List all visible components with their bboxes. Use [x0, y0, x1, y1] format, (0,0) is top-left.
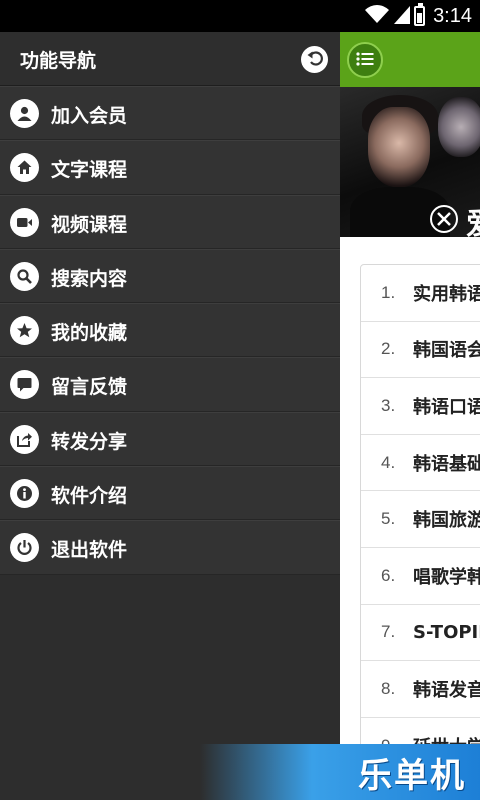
nav-item-label: 软件介绍 — [51, 485, 128, 508]
course-number: 5. — [381, 509, 396, 529]
nav-item-label: 我的收藏 — [51, 322, 128, 345]
course-row[interactable]: 5. 韩国旅游 — [361, 491, 480, 548]
home-icon — [10, 153, 39, 183]
menu-button[interactable] — [347, 42, 383, 78]
course-number: 4. — [381, 452, 396, 472]
signal-icon — [394, 4, 411, 28]
course-number: 6. — [381, 565, 396, 585]
course-number: 3. — [381, 395, 396, 415]
course-row[interactable]: 7. S-TOPIK — [361, 605, 480, 662]
banner-figure — [438, 97, 480, 157]
nav-item[interactable]: 视频课程 — [0, 194, 340, 249]
course-row[interactable]: 8. 韩语发音 — [361, 661, 480, 718]
watermark: 乐单机 — [200, 744, 480, 800]
course-number: 7. — [381, 622, 396, 642]
watermark-text: 乐单机 — [358, 756, 466, 796]
course-title: S-TOPIK — [413, 621, 480, 643]
course-title: 韩国旅游 — [413, 510, 480, 532]
nav-item[interactable]: 我的收藏 — [0, 303, 340, 358]
nav-item[interactable]: 加入会员 — [0, 86, 340, 141]
wifi-icon — [364, 4, 390, 28]
main-content: 爱 1. 实用韩语 2. 韩国语会 3. 韩语口语 4. 韩语基础 5. 韩国旅游 6. 唱歌学韩 7.… — [340, 32, 480, 800]
list-menu-icon — [356, 51, 374, 70]
course-title: 唱歌学韩 — [413, 566, 480, 588]
course-row[interactable]: 3. 韩语口语 — [361, 378, 480, 435]
nav-item[interactable]: 搜索内容 — [0, 248, 340, 304]
status-bar: 3:14 — [0, 0, 480, 32]
nav-item-label: 加入会员 — [51, 105, 128, 127]
status-time: 3:14 — [433, 4, 472, 27]
undo-icon — [306, 49, 324, 71]
nav-item-label: 留言反馈 — [51, 376, 128, 399]
battery-icon — [414, 3, 426, 26]
course-title: 韩语口语 — [413, 396, 480, 418]
nav-item-label: 视频课程 — [51, 213, 128, 236]
nav-item[interactable]: 文字课程 — [0, 140, 340, 195]
nav-item-label: 搜索内容 — [51, 267, 128, 290]
banner-image[interactable]: 爱 — [340, 87, 480, 237]
banner-figure — [368, 107, 430, 187]
course-title: 实用韩语 — [413, 283, 480, 305]
nav-item[interactable]: 软件介绍 — [0, 466, 340, 521]
share-icon — [10, 424, 39, 454]
nav-item-label: 文字课程 — [51, 159, 128, 182]
power-icon — [10, 533, 39, 563]
course-number: 8. — [381, 678, 396, 698]
star-icon — [10, 316, 39, 346]
nav-item[interactable]: 转发分享 — [0, 411, 340, 467]
drawer-title: 功能导航 — [20, 50, 97, 72]
back-button[interactable] — [301, 46, 328, 73]
drawer-header: 功能导航 — [0, 32, 340, 86]
course-title: 韩语发音 — [413, 679, 480, 701]
nav-item-label: 转发分享 — [51, 430, 128, 453]
nav-list: 加入会员文字课程视频课程搜索内容我的收藏留言反馈转发分享软件介绍退出软件 — [0, 86, 340, 575]
course-row[interactable]: 6. 唱歌学韩 — [361, 548, 480, 605]
info-icon — [10, 479, 39, 509]
comment-icon — [10, 370, 39, 400]
exo-logo-icon — [430, 205, 458, 233]
course-row[interactable]: 1. 实用韩语 — [361, 265, 480, 322]
course-row[interactable]: 4. 韩语基础 — [361, 435, 480, 492]
banner-logo-text: 爱 — [466, 199, 480, 237]
main-toolbar — [340, 32, 480, 87]
nav-item[interactable]: 留言反馈 — [0, 357, 340, 412]
video-camera-icon — [10, 207, 39, 237]
course-title: 韩语基础 — [413, 453, 480, 475]
course-row[interactable]: 2. 韩国语会 — [361, 322, 480, 379]
nav-item-label: 退出软件 — [51, 539, 128, 562]
navigation-drawer: 功能导航 加入会员文字课程视频课程搜索内容我的收藏留言反馈转发分享软件介绍退出软… — [0, 32, 340, 800]
nav-item[interactable]: 退出软件 — [0, 520, 340, 575]
course-list: 1. 实用韩语 2. 韩国语会 3. 韩语口语 4. 韩语基础 5. 韩国旅游 6. 唱歌学韩 7. S-… — [360, 264, 480, 800]
status-icons: 3:14 — [364, 3, 472, 28]
course-title: 韩国语会 — [413, 340, 480, 362]
user-icon — [10, 99, 39, 128]
course-number: 1. — [381, 282, 396, 302]
course-number: 2. — [381, 339, 396, 359]
search-icon — [10, 261, 39, 291]
